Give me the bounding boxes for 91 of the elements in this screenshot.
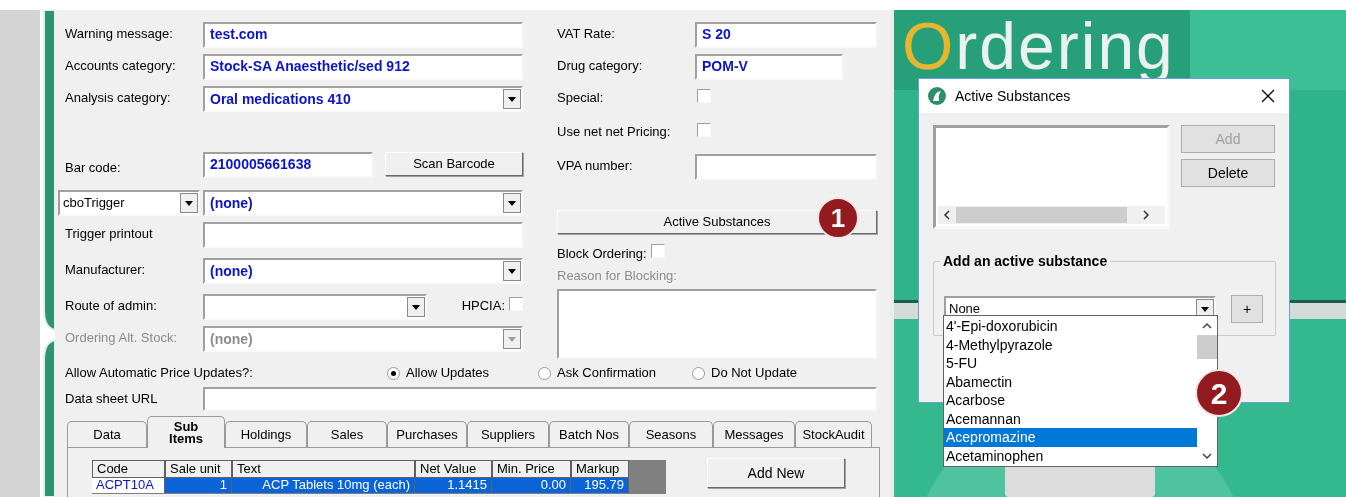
column-header[interactable]: Min. Price [492, 460, 571, 478]
tab[interactable]: Holdings [225, 421, 307, 447]
table-cell: 0.00 [492, 478, 571, 493]
radio-button[interactable] [538, 366, 551, 380]
field-label: Accounts category: [65, 57, 177, 75]
text-field[interactable]: POM-V [695, 54, 843, 80]
tab[interactable]: Sub Items [147, 416, 225, 448]
caret-icon[interactable] [407, 297, 425, 317]
checkbox[interactable] [697, 89, 711, 103]
field-label: VAT Rate: [557, 25, 616, 43]
caret-icon[interactable] [180, 193, 198, 213]
table-cell: 195.79 [571, 478, 629, 493]
dropdown-option[interactable]: Abamectin [944, 372, 1197, 391]
dropdown-option[interactable]: 4-Methylpyrazole [944, 335, 1197, 354]
field-label: Reason for Blocking: [557, 266, 678, 285]
horizontal-scrollbar[interactable] [938, 206, 1165, 224]
text-field[interactable] [203, 387, 877, 411]
radio-label[interactable]: Ask Confirmation [557, 363, 656, 383]
add-substance-button[interactable]: + [1231, 295, 1263, 323]
caret-icon[interactable] [503, 193, 521, 213]
dropdown-option[interactable]: Acepromazine [944, 428, 1197, 447]
text-field[interactable]: S 20 [695, 22, 877, 48]
caret-icon[interactable] [503, 261, 521, 281]
chevron-left-icon[interactable] [942, 210, 952, 220]
close-icon[interactable] [1261, 89, 1275, 103]
field-label: Data sheet URL [65, 390, 159, 408]
field-label: HPCIA: [460, 297, 506, 315]
delete-button[interactable]: Delete [1181, 159, 1275, 187]
field-label: Manufacturer: [65, 261, 147, 279]
tab[interactable]: Messages [713, 421, 795, 447]
memo-field[interactable] [557, 289, 877, 359]
column-header[interactable]: Text [232, 460, 415, 478]
combo-box[interactable]: cboTrigger [58, 190, 200, 216]
field-label: Drug category: [557, 57, 644, 75]
field-label: Trigger printout [65, 225, 154, 243]
tab[interactable]: StockAudit [795, 421, 872, 447]
combo-box[interactable]: (none) [203, 258, 523, 284]
table-cell: ACPT10A [92, 478, 165, 493]
text-field[interactable]: Stock-SA Anaesthetic/sed 912 [203, 54, 523, 80]
text-field[interactable] [695, 154, 877, 180]
field-label: Route of admin: [65, 297, 158, 315]
field-label: Analysis category: [65, 89, 172, 107]
tab[interactable]: Data [67, 421, 147, 447]
checkbox[interactable] [697, 123, 711, 137]
caret-icon[interactable] [503, 89, 521, 109]
app-logo-icon [927, 86, 947, 106]
field-label: Ordering Alt. Stock: [65, 329, 178, 347]
chevron-down-icon[interactable] [1202, 451, 1212, 461]
table-cell: 1 [165, 478, 232, 493]
tab[interactable]: Purchases [387, 421, 467, 447]
column-header[interactable]: Markup [571, 460, 629, 478]
text-field[interactable]: test.com [203, 22, 523, 48]
dropdown-option[interactable]: Acetaminophen [944, 446, 1197, 465]
chevron-right-icon[interactable] [1141, 210, 1151, 220]
table-cell: 1.1415 [415, 478, 492, 493]
scan-barcode-button[interactable]: Scan Barcode [385, 152, 523, 176]
checkbox[interactable] [650, 244, 665, 258]
dropdown-option[interactable]: 5-FU [944, 354, 1197, 373]
scrollbar-thumb[interactable] [1197, 335, 1217, 359]
field-label: Special: [557, 89, 605, 107]
field-label: Bar code: [65, 159, 122, 177]
radio-label[interactable]: Do Not Update [711, 363, 797, 383]
tab[interactable]: Sales [307, 421, 387, 447]
tab[interactable]: Suppliers [467, 421, 549, 447]
field-label: Block Ordering: [557, 245, 647, 263]
tab[interactable]: Batch Nos [549, 421, 629, 447]
radio-button[interactable] [692, 366, 705, 380]
text-field[interactable] [203, 222, 523, 248]
field-label: VPA number: [557, 157, 634, 175]
step-badge: 1 [817, 197, 859, 239]
column-header[interactable]: Code [92, 460, 165, 478]
add-new-button[interactable]: Add New [707, 458, 845, 488]
table-cell: ACP Tablets 10mg (each) [232, 478, 415, 493]
tab[interactable]: Seasons [629, 421, 713, 447]
field-label: Use net net Pricing: [557, 123, 672, 141]
combo-box[interactable]: Oral medications 410 [203, 86, 523, 112]
radio-button[interactable] [387, 366, 400, 380]
dialog-title: Active Substances [955, 86, 1072, 106]
app-banner-title: Ordering [902, 10, 1175, 82]
field-label: Warning message: [65, 25, 174, 43]
checkbox[interactable] [509, 297, 523, 311]
combo-box[interactable]: (none) [203, 190, 523, 216]
field-label: Allow Automatic Price Updates?: [65, 364, 254, 383]
chevron-up-icon[interactable] [1202, 321, 1212, 331]
dropdown-option[interactable]: Acemannan [944, 409, 1197, 428]
dropdown-option[interactable]: Acarbose [944, 391, 1197, 410]
column-header[interactable]: Net Value [415, 460, 492, 478]
scrollbar-thumb[interactable] [956, 207, 1127, 223]
column-header[interactable]: Sale unit [165, 460, 232, 478]
radio-label[interactable]: Allow Updates [406, 363, 490, 383]
text-field[interactable]: 2100005661638 [203, 152, 373, 178]
